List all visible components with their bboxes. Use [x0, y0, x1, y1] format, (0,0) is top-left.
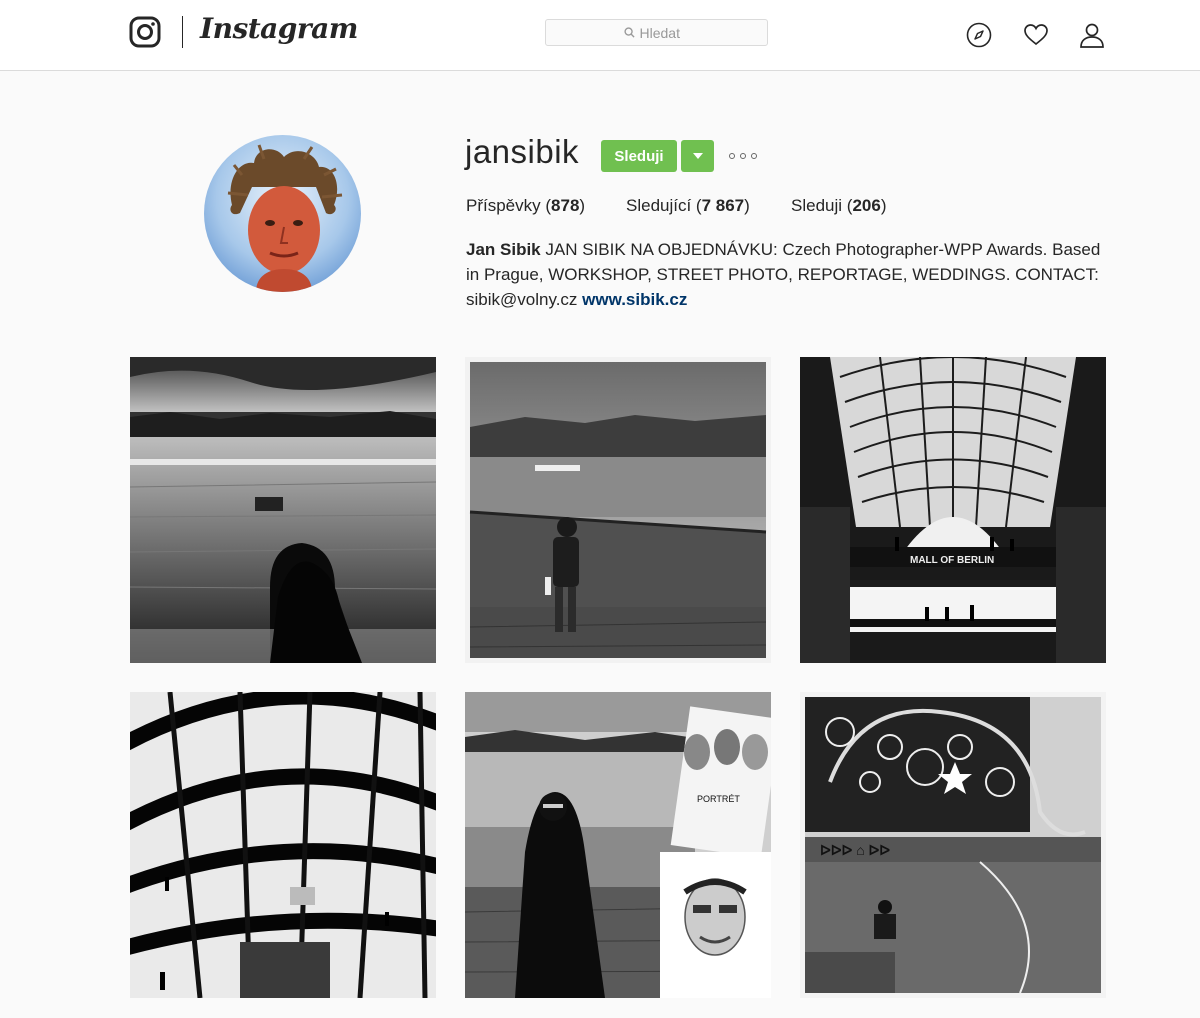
- dot-icon: [729, 153, 735, 159]
- dot-icon: [751, 153, 757, 159]
- following-count: 206: [852, 196, 881, 215]
- post-thumbnail[interactable]: [130, 692, 436, 998]
- top-navigation-bar: Instagram: [0, 0, 1200, 71]
- mall-sign-text: MALL OF BERLIN: [910, 555, 994, 566]
- child-on-bridge-photo: [465, 357, 771, 663]
- caret-down-icon: [692, 153, 703, 159]
- more-options-button[interactable]: [729, 149, 757, 163]
- heart-icon[interactable]: [1023, 22, 1049, 48]
- instagram-wordmark[interactable]: Instagram: [200, 12, 358, 45]
- post-thumbnail[interactable]: PORTRÉT: [465, 692, 771, 998]
- logo-divider: [182, 16, 183, 48]
- post-thumbnail[interactable]: [130, 357, 436, 663]
- mall-of-berlin-photo: MALL OF BERLIN: [800, 357, 1106, 663]
- post-thumbnail[interactable]: MALL OF BERLIN: [800, 357, 1106, 663]
- search-box[interactable]: [545, 19, 768, 46]
- reichstag-dome-photo: [130, 692, 436, 998]
- search-icon: [623, 27, 635, 38]
- profile-avatar: [204, 135, 361, 292]
- elephant-mural-photo: ᐅᐅᐅ ⌂ ᐅᐅ: [800, 692, 1106, 998]
- search-input[interactable]: [639, 24, 690, 41]
- instagram-glyph-icon[interactable]: [129, 16, 161, 48]
- compass-icon[interactable]: [966, 22, 992, 48]
- portrait-sign-text: PORTRÉT: [697, 794, 740, 804]
- posts-count-stat: Příspěvky (878): [466, 196, 586, 215]
- website-link[interactable]: www.sibik.cz: [582, 290, 687, 309]
- following-label: Sleduji: [791, 196, 843, 215]
- follow-button[interactable]: Sleduji: [601, 140, 677, 172]
- post-thumbnail[interactable]: [465, 357, 771, 663]
- posts-count: 878: [551, 196, 580, 215]
- posts-label: Příspěvky: [466, 196, 541, 215]
- profile-full-name: Jan Sibik: [466, 240, 541, 259]
- followers-count: 7 867: [701, 196, 745, 215]
- svg-text:ᐅᐅᐅ ⌂ ᐅᐅ: ᐅᐅᐅ ⌂ ᐅᐅ: [820, 842, 890, 858]
- profile-username: jansibik: [465, 133, 580, 170]
- dot-icon: [740, 153, 746, 159]
- follow-dropdown-button[interactable]: [681, 140, 714, 172]
- profile-bio: Jan Sibik JAN SIBIK NA OBJEDNÁVKU: Czech…: [466, 237, 1116, 312]
- followers-count-stat[interactable]: Sledující (7 867): [626, 196, 750, 216]
- user-icon[interactable]: [1079, 22, 1105, 48]
- portrait-artist-photo: PORTRÉT: [465, 692, 771, 998]
- post-thumbnail[interactable]: ᐅᐅᐅ ⌂ ᐅᐅ: [800, 692, 1106, 998]
- bio-text: JAN SIBIK NA OBJEDNÁVKU: Czech Photograp…: [466, 240, 1101, 309]
- river-bridge-photo: [130, 357, 436, 663]
- followers-label: Sledující: [626, 196, 692, 215]
- following-count-stat[interactable]: Sleduji (206): [791, 196, 886, 216]
